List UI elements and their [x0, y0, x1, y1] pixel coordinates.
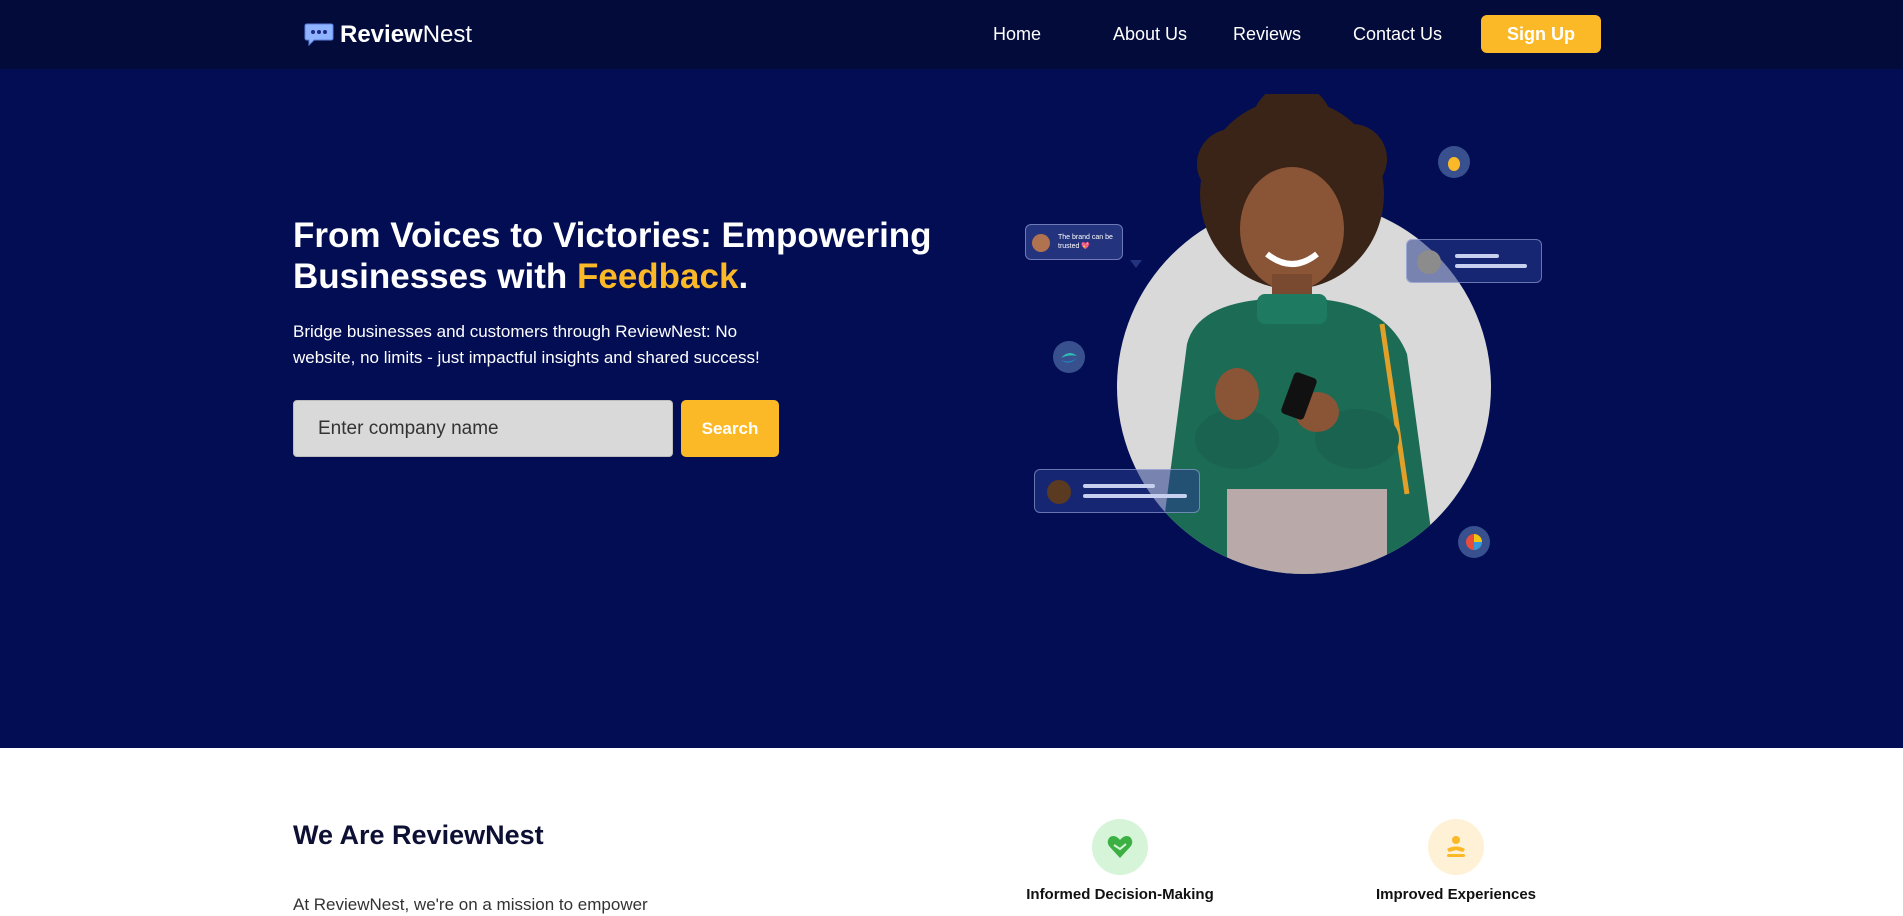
- hero-title: From Voices to Victories: Empowering Bus…: [293, 215, 933, 297]
- feature-informed-decision: Informed Decision-Making: [1000, 819, 1240, 905]
- about-text: At ReviewNest, we're on a mission to emp…: [293, 895, 648, 914]
- nav-link-reviews[interactable]: Reviews: [1233, 22, 1301, 46]
- nav-link-home[interactable]: Home: [993, 22, 1041, 46]
- brand-name-light: Nest: [422, 21, 473, 48]
- reviewer-avatar: [1047, 480, 1071, 504]
- brand-name: ReviewNest: [340, 20, 472, 50]
- nav-link-contact-us[interactable]: Contact Us: [1353, 22, 1442, 46]
- hero-subtitle: Bridge businesses and customers through …: [293, 322, 760, 367]
- top-navbar: ReviewNest Home About Us Reviews Contact…: [0, 0, 1903, 69]
- app-logo-colorful-icon: [1458, 526, 1490, 558]
- brand-logo[interactable]: ReviewNest: [304, 20, 472, 50]
- reviewer-avatar: [1417, 250, 1441, 274]
- chat-bubble-icon: [304, 23, 334, 47]
- feature-label: Informed Decision-Making: [1026, 886, 1214, 903]
- bubble-pointer: [1130, 260, 1142, 268]
- feature-label: Improved Experiences: [1375, 886, 1537, 903]
- sign-up-button[interactable]: Sign Up: [1481, 15, 1601, 53]
- text-line: [1083, 494, 1187, 498]
- about-title: We Are ReviewNest: [293, 820, 544, 850]
- nav-link-about-us[interactable]: About Us: [1113, 22, 1187, 46]
- hero-title-end: .: [738, 257, 749, 296]
- handshake-heart-icon: [1092, 819, 1148, 875]
- hand-emoji-icon: [1438, 146, 1470, 178]
- reviewer-avatar: [1032, 234, 1050, 252]
- text-line: [1455, 264, 1527, 268]
- hero-illustration: The brand can be trusted 💖: [1020, 94, 1560, 644]
- review-card-bottom: [1034, 469, 1200, 513]
- app-logo-teal-icon: [1053, 341, 1085, 373]
- review-bubble-card: The brand can be trusted 💖: [1025, 224, 1123, 260]
- review-card-right: [1406, 239, 1542, 283]
- feature-improved-experiences: Improved Experiences: [1336, 819, 1576, 905]
- review-bubble-text: The brand can be trusted 💖: [1058, 234, 1113, 250]
- brand-name-bold: Review: [340, 21, 423, 48]
- hero-title-accent: Feedback: [576, 257, 739, 296]
- text-line: [1455, 254, 1499, 258]
- company-search-input[interactable]: [293, 400, 673, 457]
- search-button[interactable]: Search: [681, 400, 779, 457]
- text-line: [1083, 484, 1155, 488]
- person-meditating-icon: [1428, 819, 1484, 875]
- hero-section: From Voices to Victories: Empowering Bus…: [0, 69, 1903, 748]
